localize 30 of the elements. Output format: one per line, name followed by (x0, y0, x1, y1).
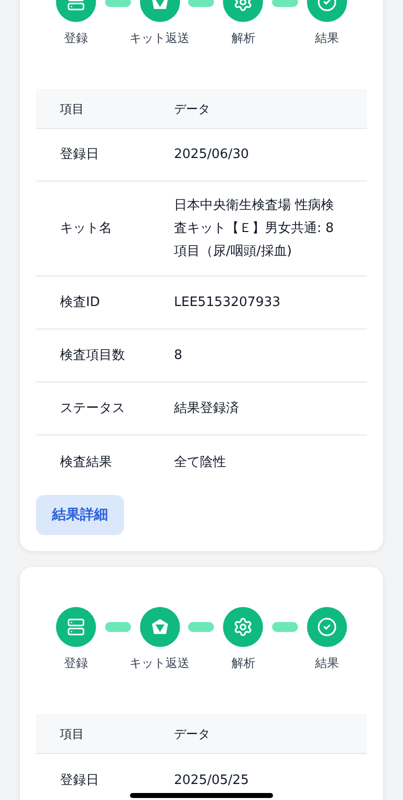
table-cell-text: 2025/05/25 (174, 772, 249, 790)
result-detail-button[interactable]: 結果詳細 (36, 495, 124, 535)
table-cell-text: LEE5153207933 (174, 294, 280, 312)
table-cell-text: ステータス (59, 400, 126, 418)
step-label: 結果 (314, 30, 339, 47)
step-label: キット返送 (130, 655, 190, 672)
table-cell-text: 日本中央衛生検査場 性病検査キット【Ｅ】男女共通: 8項目（尿/咽頭/採血) (174, 197, 336, 261)
step-label: 登録 (64, 655, 88, 672)
step-label: キット返送 (130, 30, 190, 47)
step-label: 解析 (231, 30, 256, 47)
check-circle-icon (316, 617, 337, 637)
column-header: 項目 (59, 726, 85, 742)
column-header: データ (174, 100, 210, 118)
table-cell-text: 2025/06/30 (174, 146, 249, 164)
step-label: 登録 (64, 30, 88, 47)
column-header: データ (174, 726, 210, 742)
table-cell-text: 検査ID (59, 294, 101, 312)
table-cell-text: 8 (174, 347, 182, 365)
table-cell-text: 全て陰性 (174, 454, 226, 472)
table-cell-text: 検査項目数 (59, 346, 126, 365)
step-label: 解析 (231, 655, 256, 672)
table-cell-text: 検査結果 (59, 454, 113, 472)
table-cell-text: 登録日 (59, 772, 100, 790)
column-header: 項目 (59, 100, 85, 118)
table-cell-text: 登録日 (59, 146, 100, 164)
table-cell-text: 結果登録済 (174, 400, 239, 418)
table-cell-text: キット名 (59, 220, 113, 238)
settings-icon (233, 617, 254, 637)
step-label: 結果 (314, 655, 339, 672)
server-icon (67, 618, 85, 636)
